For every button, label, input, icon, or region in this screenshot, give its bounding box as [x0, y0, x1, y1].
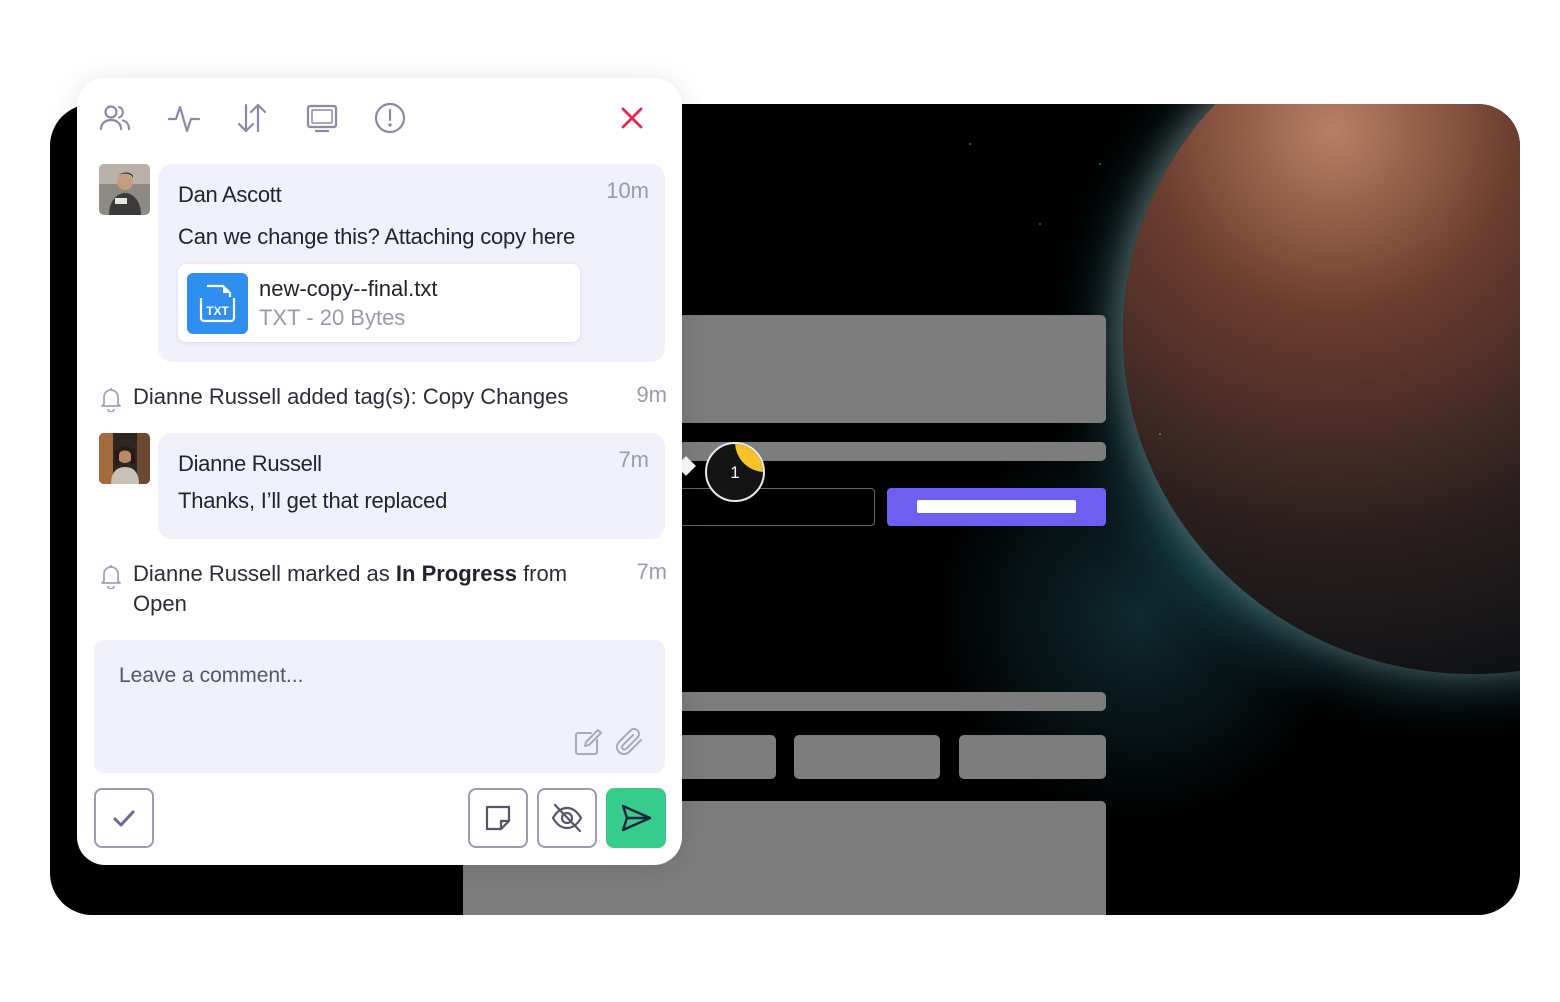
- file-meta: TXT - 20 Bytes: [259, 305, 406, 330]
- section-line-placeholder: [662, 692, 1106, 711]
- visibility-button[interactable]: [537, 788, 597, 848]
- sort-icon[interactable]: [234, 100, 270, 136]
- bell-icon: [101, 565, 121, 589]
- card-placeholder-3: [959, 735, 1106, 779]
- eye-off-icon: [551, 803, 583, 833]
- send-icon: [621, 804, 652, 832]
- comment-bubble: Dianne Russell 7m Thanks, I’ll get that …: [158, 433, 665, 539]
- screen-icon[interactable]: [304, 100, 340, 136]
- info-icon[interactable]: [372, 100, 408, 136]
- cta-label-placeholder: [917, 500, 1076, 513]
- activity-text: Dianne Russell marked as In Progress fro…: [133, 559, 603, 619]
- comment-text: Can we change this? Attaching copy here: [178, 224, 576, 249]
- file-type-label: TXT: [206, 304, 229, 318]
- activity-prefix: Dianne Russell marked as: [133, 561, 396, 586]
- hero-placeholder-block: [662, 315, 1106, 423]
- email-input-placeholder[interactable]: [662, 488, 875, 526]
- comment-composer: [94, 640, 665, 773]
- edit-icon[interactable]: [571, 725, 605, 759]
- panel-toolbar: [77, 78, 682, 162]
- comment-marker[interactable]: 1: [705, 442, 765, 502]
- activity-item: Dianne Russell added tag(s): Copy Change…: [97, 382, 667, 414]
- comment-panel: Dan Ascott 10m Can we change this? Attac…: [77, 78, 682, 865]
- close-icon[interactable]: [614, 100, 650, 136]
- note-button[interactable]: [468, 788, 528, 848]
- comment-time: 10m: [606, 178, 649, 203]
- marker-number: 1: [730, 463, 740, 482]
- activity-time: 9m: [636, 382, 667, 407]
- comment-input[interactable]: [119, 664, 619, 688]
- avatar: [99, 433, 150, 484]
- activity-text: Dianne Russell added tag(s): Copy Change…: [133, 384, 569, 409]
- activity-time: 7m: [636, 559, 667, 584]
- resolve-button[interactable]: [94, 788, 154, 848]
- status-label: In Progress: [395, 561, 517, 586]
- activity-item: Dianne Russell marked as In Progress fro…: [97, 559, 667, 621]
- people-icon[interactable]: [97, 100, 133, 136]
- file-attachment[interactable]: TXT new-copy--final.txt TXT - 20 Bytes: [178, 264, 580, 342]
- sticky-note-icon: [485, 805, 511, 831]
- bell-icon: [101, 388, 121, 412]
- comment-bubble: Dan Ascott 10m Can we change this? Attac…: [158, 164, 665, 362]
- comment-author: Dianne Russell: [178, 451, 322, 476]
- comment-author: Dan Ascott: [178, 182, 282, 207]
- stage: 1 Dan Ascott 10m Can we change this? Att…: [0, 0, 1560, 1002]
- card-placeholder-2: [794, 735, 940, 779]
- paperclip-icon[interactable]: [613, 725, 647, 759]
- send-button[interactable]: [606, 788, 666, 848]
- comment-time: 7m: [618, 447, 649, 472]
- txt-file-icon: TXT: [187, 273, 248, 334]
- check-icon: [113, 810, 135, 827]
- avatar: [99, 164, 150, 215]
- file-name: new-copy--final.txt: [259, 276, 438, 301]
- activity-icon[interactable]: [166, 100, 202, 136]
- primary-cta-button[interactable]: [887, 488, 1106, 526]
- comment-text: Thanks, I’ll get that replaced: [178, 488, 448, 513]
